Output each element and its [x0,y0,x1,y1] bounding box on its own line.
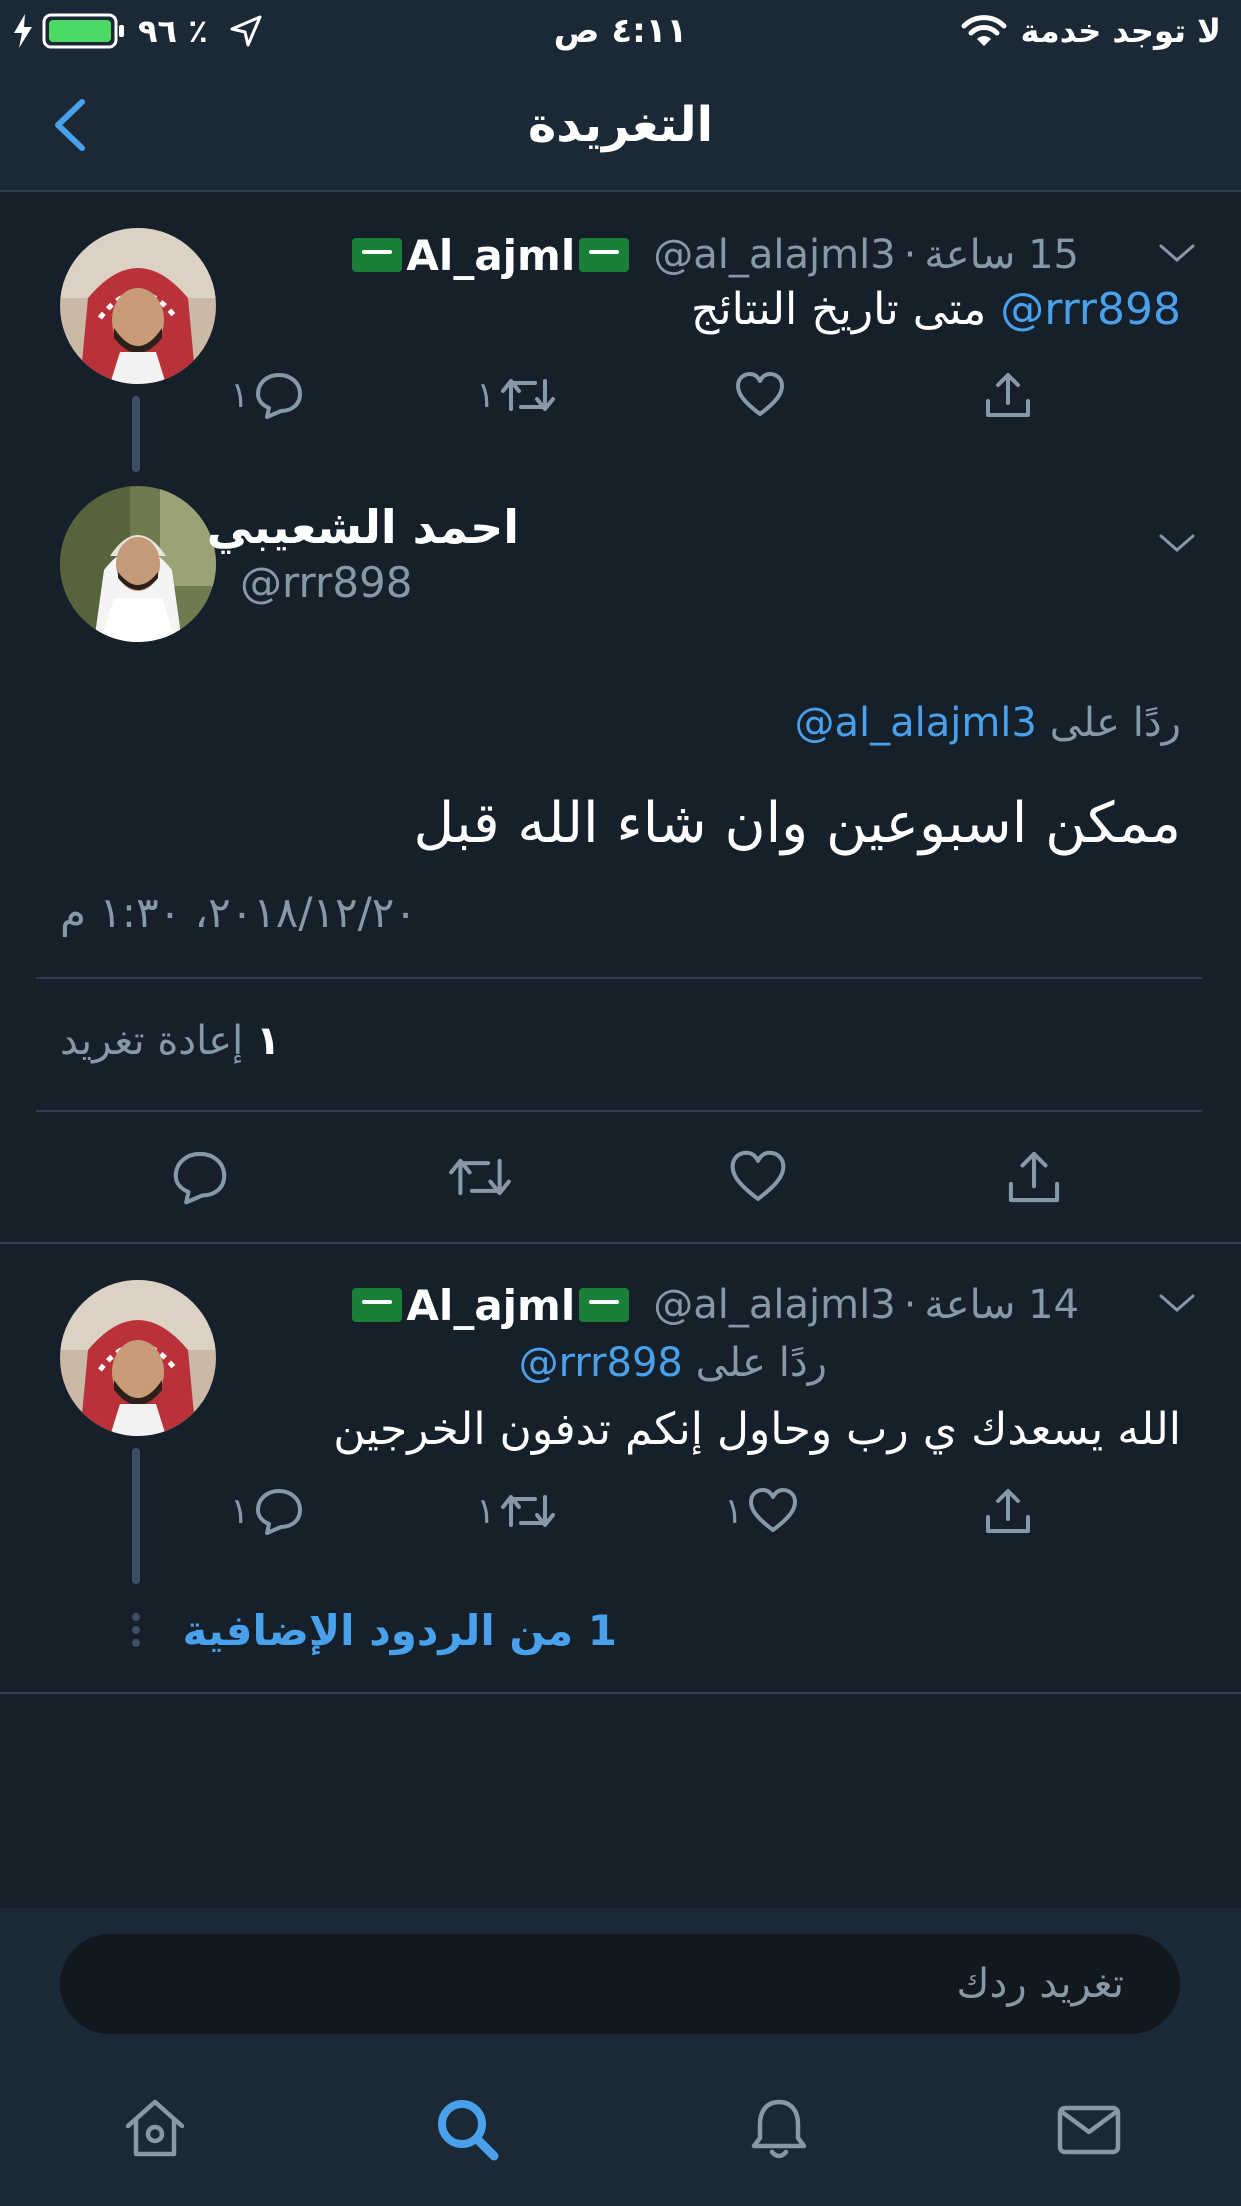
separator-dot: · [903,232,917,278]
author-handle[interactable]: @al_alajml3 [653,1282,895,1328]
home-icon[interactable] [120,2094,190,2164]
separator-dot: · [903,1282,917,1328]
carrier-label: لا توجد خدمة [1020,12,1222,50]
reply-to-mention[interactable]: @al_alajml3 [794,700,1036,746]
reply-input[interactable] [60,1934,1180,2034]
divider [36,1110,1202,1112]
tweet-body: الله يسعدك ي رب وحاول إنكم تدفون الخرجين [333,1404,1181,1455]
saudi-flag-icon [352,1288,403,1322]
reply-action[interactable] [170,1142,230,1212]
tweet-body: متى تاريخ النتائج [691,284,987,335]
like-action[interactable]: ١ [724,1476,799,1546]
tweet-text: @rrr898 متى تاريخ النتائج [691,280,1181,340]
messages-envelope-icon[interactable] [1054,2094,1124,2164]
thread-line [132,396,140,472]
reply-icon[interactable] [253,1485,305,1537]
saudi-flag-icon [579,238,630,272]
wifi-icon [961,15,1006,46]
page-title: التغريدة [527,97,714,153]
reply-count: ١ [230,374,250,416]
tweet-body: ممكن اسبوعين وان شاء الله قبل [413,791,1181,856]
tweet-header: Al_ajml @al_alajml3 · 14 ساعة [230,1274,1079,1336]
status-bar-right: لا توجد خدمة [961,8,1222,54]
parent-tweet[interactable]: Al_ajml @al_alajml3 · 15 ساعة @rrr898 مت… [0,192,1241,472]
chevron-down-icon[interactable] [1155,238,1199,268]
focused-tweet: احمد الشعيبي @rrr898 ردًا على @al_alajml… [0,472,1241,1242]
share-icon[interactable] [982,1485,1034,1537]
reply-icon[interactable] [170,1147,230,1207]
reply-to-mention[interactable]: @rrr898 [519,1340,683,1386]
avatar-image [60,486,216,642]
mention-link[interactable]: @rrr898 [1000,284,1181,335]
heart-icon[interactable] [734,369,786,421]
avatar-image [60,228,216,384]
reply-context: ردًا على @al_alajml3 [794,700,1181,746]
avatar[interactable] [60,1280,216,1436]
like-action[interactable] [734,360,786,430]
search-icon[interactable] [432,2094,502,2164]
retweets-label: إعادة تغريد [60,1018,244,1064]
share-action[interactable] [1004,1142,1064,1212]
saudi-flag-icon [352,238,403,272]
show-more-replies-link[interactable]: 1 من الردود الإضافية [182,1606,617,1655]
avatar-image [60,1280,216,1436]
share-icon[interactable] [1004,1147,1064,1207]
reply-icon[interactable] [253,369,305,421]
retweet-count: ١ [476,1490,496,1532]
chevron-down-icon[interactable] [1155,1288,1199,1318]
like-action[interactable] [728,1142,788,1212]
retweet-count: ١ [476,374,496,416]
tweet-header: Al_ajml @al_alajml3 · 15 ساعة [230,224,1079,286]
author-name[interactable]: Al_ajml [406,1281,575,1330]
reply-tweet[interactable]: Al_ajml @al_alajml3 · 14 ساعة ردًا على @… [0,1244,1241,1694]
author-name[interactable]: احمد الشعيبي [207,500,519,554]
nav-header: التغريدة [0,62,1241,192]
reply-action[interactable]: ١ [230,1476,305,1546]
like-count: ١ [724,1490,744,1532]
reply-to-label: ردًا على [1049,700,1181,746]
tweet-time: 14 ساعة [924,1282,1079,1328]
author-handle[interactable]: @al_alajml3 [653,232,895,278]
retweet-action[interactable]: ١ [476,1476,557,1546]
tweet-actions [170,1142,1090,1212]
status-bar: ٪ ٩٦ ٤:١١ ص لا توجد خدمة [0,0,1241,62]
retweet-action[interactable]: ١ [476,360,557,430]
reply-to-label: ردًا على [695,1340,827,1386]
notifications-bell-icon[interactable] [744,2094,814,2164]
reply-count: ١ [230,1490,250,1532]
retweet-stats[interactable]: ١ إعادة تغريد [60,1018,280,1064]
retweet-action[interactable] [446,1142,514,1212]
share-action[interactable] [982,360,1034,430]
tweet-actions: ١ ١ [230,360,1090,430]
retweets-count: ١ [256,1018,281,1064]
more-dots-icon [132,1613,140,1647]
retweet-icon[interactable] [499,1485,557,1537]
divider [0,1692,1241,1694]
author-handle[interactable]: @rrr898 [240,558,413,607]
thread-line [132,1448,140,1584]
reply-context: ردًا على @rrr898 [519,1340,827,1386]
reply-action[interactable]: ١ [230,360,305,430]
divider [36,977,1202,979]
tweet-detail-screen: ٪ ٩٦ ٤:١١ ص لا توجد خدمة التغريدة Al_ajm… [0,0,1241,2206]
tweet-actions: ١ ١ ١ [230,1476,1090,1546]
retweet-icon[interactable] [446,1147,514,1207]
tweet-timestamp: ٢٠١٨/١٢/٢٠، ١:٣٠ م [60,888,417,937]
heart-icon[interactable] [747,1485,799,1537]
author-name[interactable]: Al_ajml [406,231,575,280]
chevron-down-icon[interactable] [1155,528,1199,558]
share-action[interactable] [982,1476,1034,1546]
tweet-time: 15 ساعة [924,232,1079,278]
heart-icon[interactable] [728,1147,788,1207]
avatar[interactable] [60,228,216,384]
saudi-flag-icon [579,1288,630,1322]
avatar[interactable] [60,486,216,642]
reply-composer-bar [0,1908,1241,2056]
retweet-icon[interactable] [499,369,557,421]
bottom-tab-bar [0,2056,1241,2206]
share-icon[interactable] [982,369,1034,421]
